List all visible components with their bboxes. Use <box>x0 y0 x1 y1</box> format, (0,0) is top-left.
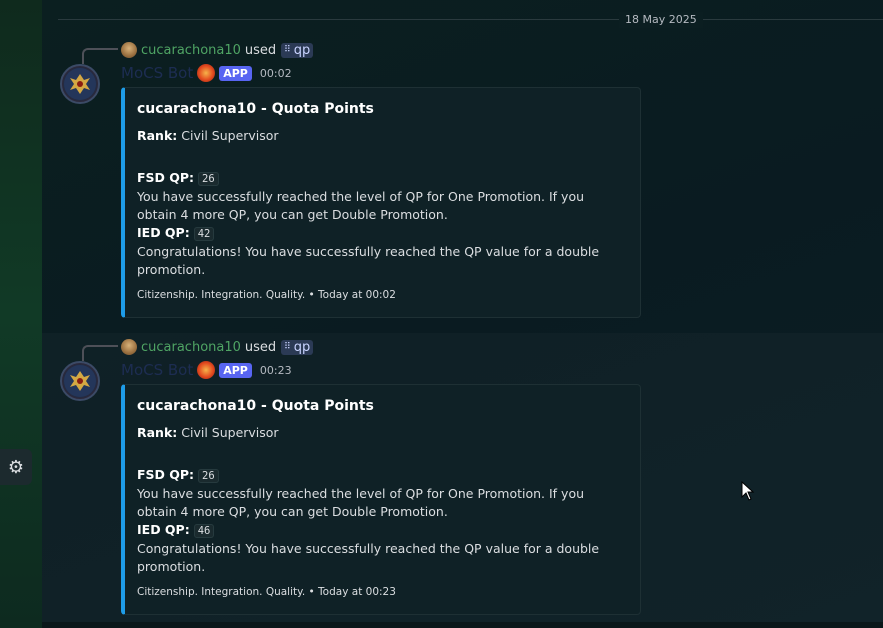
fsd-text: You have successfully reached the level … <box>137 189 585 222</box>
server-badge-icon[interactable] <box>197 361 216 379</box>
chat-area: 18 May 2025 cucarachona10 used ⠿ qp MoCS… <box>42 0 883 628</box>
server-badge-icon[interactable] <box>197 64 216 82</box>
reply-connector <box>82 48 118 64</box>
message: cucarachona10 used ⠿ qp MoCS Bot APP 00:… <box>42 333 883 623</box>
rank-value: Civil Supervisor <box>181 128 279 143</box>
divider-line <box>58 19 883 20</box>
ied-row: IED QP: 46 <box>137 521 626 540</box>
command-mention[interactable]: ⠿ qp <box>281 42 314 58</box>
bottom-edge <box>42 622 883 628</box>
message: cucarachona10 used ⠿ qp MoCS Bot APP 00:… <box>42 36 883 332</box>
command-name: qp <box>293 339 311 355</box>
user-mini-avatar[interactable] <box>121 339 137 355</box>
rank-value: Civil Supervisor <box>181 425 279 440</box>
reply-username[interactable]: cucarachona10 <box>141 43 241 58</box>
fsd-row: FSD QP: 26 <box>137 466 626 485</box>
ied-text: Congratulations! You have successfully r… <box>137 244 600 277</box>
command-name: qp <box>293 42 311 58</box>
app-command-icon: ⠿ <box>284 45 291 55</box>
bot-avatar[interactable] <box>60 361 100 401</box>
reply-used-text: used <box>244 42 277 58</box>
ied-label: IED QP: <box>137 522 190 537</box>
eagle-emblem-icon <box>64 68 96 100</box>
message-timestamp[interactable]: 00:23 <box>260 364 292 377</box>
command-mention[interactable]: ⠿ qp <box>281 339 314 355</box>
message-header: MoCS Bot APP 00:02 <box>121 64 292 82</box>
fsd-value: 26 <box>198 469 219 483</box>
date-divider-label: 18 May 2025 <box>619 12 703 28</box>
app-command-icon: ⠿ <box>284 342 291 352</box>
fsd-label: FSD QP: <box>137 467 195 482</box>
embed: cucarachona10 - Quota Points Rank: Civil… <box>121 384 641 615</box>
rank-row: Rank: Civil Supervisor <box>137 127 626 145</box>
ied-value: 46 <box>193 524 215 538</box>
fsd-row: FSD QP: 26 <box>137 169 626 188</box>
bot-avatar[interactable] <box>60 64 100 104</box>
message-timestamp[interactable]: 00:02 <box>260 67 292 80</box>
ied-text: Congratulations! You have successfully r… <box>137 541 600 574</box>
embed-title: cucarachona10 - Quota Points <box>137 101 374 117</box>
embed-title: cucarachona10 - Quota Points <box>137 398 374 414</box>
interaction-reply[interactable]: cucarachona10 used ⠿ qp <box>121 338 314 356</box>
reply-used-text: used <box>244 339 277 355</box>
reply-connector <box>82 345 118 361</box>
fsd-text: You have successfully reached the level … <box>137 486 585 519</box>
message-header: MoCS Bot APP 00:23 <box>121 361 292 379</box>
eagle-emblem-icon <box>64 365 96 397</box>
rank-label: Rank: <box>137 425 178 440</box>
fsd-value: 26 <box>198 172 219 186</box>
bot-name[interactable]: MoCS Bot <box>121 361 193 379</box>
reply-username[interactable]: cucarachona10 <box>141 340 241 355</box>
rank-row: Rank: Civil Supervisor <box>137 424 626 442</box>
ied-row: IED QP: 42 <box>137 224 626 243</box>
user-mini-avatar[interactable] <box>121 42 137 58</box>
gear-icon: ⚙ <box>7 456 25 478</box>
embed-footer: Citizenship. Integration. Quality. • Tod… <box>137 586 396 598</box>
app-tag: APP <box>219 65 252 81</box>
left-sidebar-strip <box>0 0 42 628</box>
app-tag: APP <box>219 362 252 378</box>
ied-label: IED QP: <box>137 225 190 240</box>
ied-value: 42 <box>193 227 215 241</box>
interaction-reply[interactable]: cucarachona10 used ⠿ qp <box>121 41 314 59</box>
embed: cucarachona10 - Quota Points Rank: Civil… <box>121 87 641 318</box>
rank-label: Rank: <box>137 128 178 143</box>
embed-footer: Citizenship. Integration. Quality. • Tod… <box>137 289 396 301</box>
settings-button[interactable]: ⚙ <box>0 449 32 485</box>
mouse-cursor-icon <box>741 481 755 501</box>
date-divider: 18 May 2025 <box>58 12 883 28</box>
bot-name[interactable]: MoCS Bot <box>121 64 193 82</box>
fsd-label: FSD QP: <box>137 170 195 185</box>
